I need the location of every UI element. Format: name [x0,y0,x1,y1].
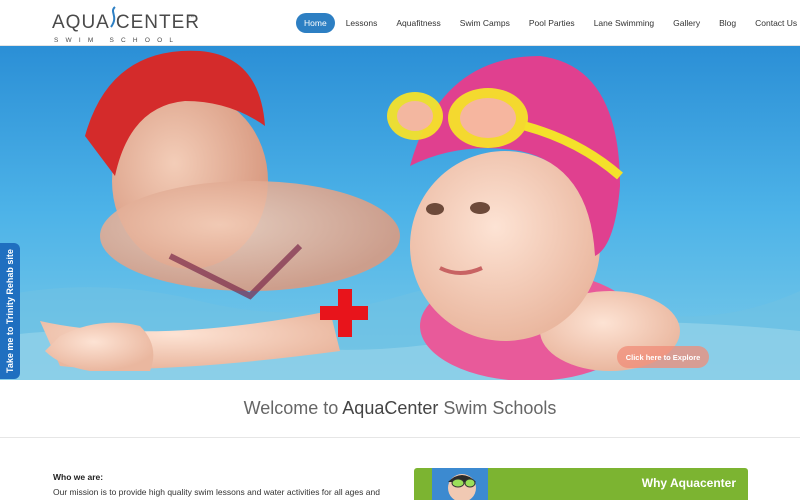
welcome-suffix: Swim Schools [438,398,557,418]
why-aquacenter-banner[interactable]: Why Aquacenter [414,468,748,500]
nav-item-lessons[interactable]: Lessons [338,13,386,33]
why-aquacenter-title: Why Aquacenter [641,476,736,490]
kid-swimmer-thumbnail [432,468,488,500]
welcome-section: Welcome to AquaCenter Swim Schools [0,380,800,438]
nav-item-gallery[interactable]: Gallery [665,13,708,33]
welcome-heading: Welcome to AquaCenter Swim Schools [244,398,557,419]
nav-item-aquafitness[interactable]: Aquafitness [388,13,448,33]
hero-banner [0,46,800,380]
logo-trademark: ™ [188,15,194,21]
trinity-rehab-tab-label: Take me to Trinity Rehab site [5,249,15,373]
logo-subtitle: SWIM SCHOOL [54,37,181,44]
nav-item-home[interactable]: Home [296,13,335,33]
site-header: AQUA CENTER ™ SWIM SCHOOL Home Lessons Aq… [0,0,800,46]
aquacenter-logo[interactable]: AQUA CENTER ™ SWIM SCHOOL [52,6,202,46]
nav-item-swim-camps[interactable]: Swim Camps [452,13,518,33]
welcome-brand: AquaCenter [342,398,439,418]
nav-item-blog[interactable]: Blog [711,13,744,33]
welcome-prefix: Welcome to [243,398,343,418]
nav-item-lane-swimming[interactable]: Lane Swimming [586,13,662,33]
hero-swimming-image [0,46,800,380]
who-we-are-heading: Who we are: [53,472,104,482]
explore-button[interactable]: Click here to Explore [617,346,709,368]
mission-text: Our mission is to provide high quality s… [53,487,380,500]
main-nav: Home Lessons Aquafitness Swim Camps Pool… [296,13,800,33]
page: AQUA CENTER ™ SWIM SCHOOL Home Lessons Aq… [0,0,800,500]
logo-wordmark: AQUA CENTER [52,12,200,34]
logo-word-aqua: AQUA [52,12,110,33]
nav-item-contact-us[interactable]: Contact Us [747,13,800,33]
nav-item-pool-parties[interactable]: Pool Parties [521,13,583,33]
trinity-rehab-tab[interactable]: Take me to Trinity Rehab site [0,243,20,379]
